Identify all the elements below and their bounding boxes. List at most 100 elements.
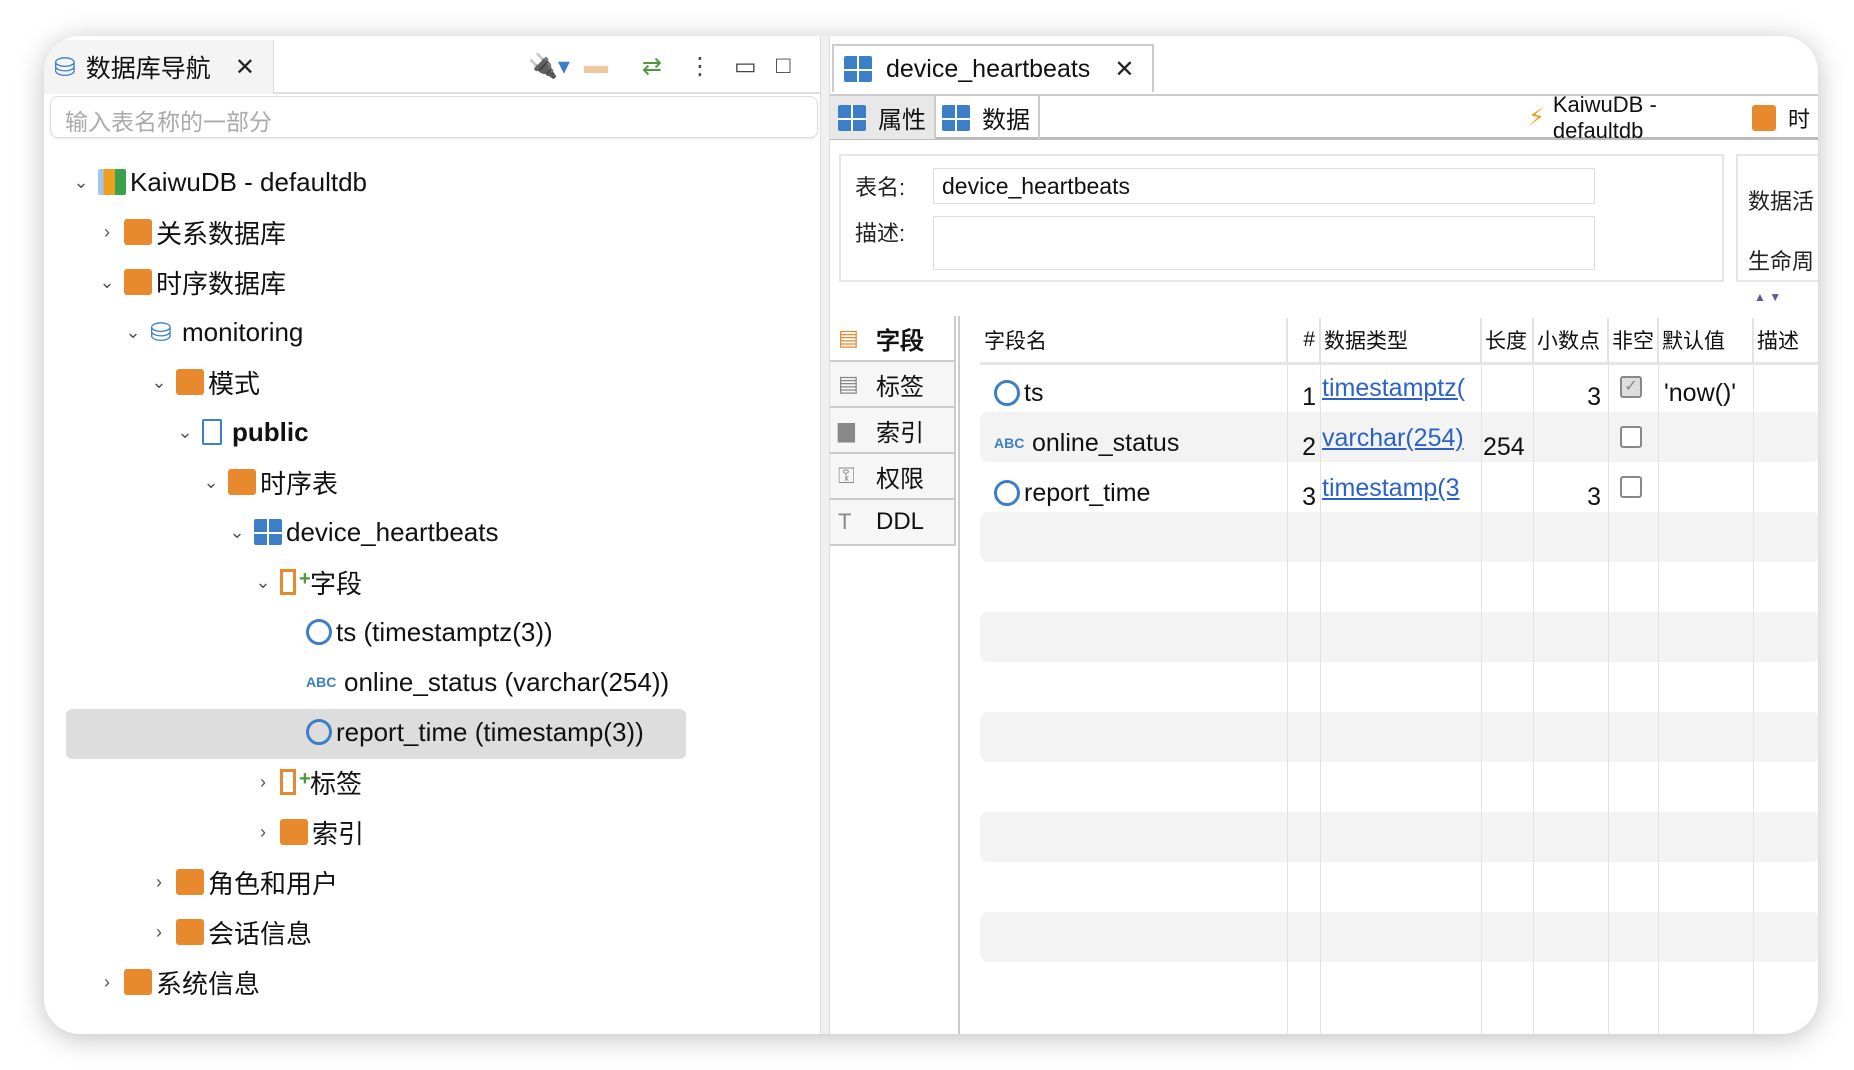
column-header[interactable]: 小数点 [1533, 318, 1608, 362]
tree-node-label: 系统信息 [156, 968, 261, 999]
editor-tab-device-heartbeats[interactable]: device_heartbeats ✕ [832, 44, 1154, 92]
ddl-icon: T [838, 509, 852, 534]
tree-node[interactable]: › 会话信息 [148, 909, 312, 955]
close-icon[interactable]: ✕ [1114, 55, 1134, 84]
subtab-properties[interactable]: 属性 [830, 96, 936, 139]
column-header[interactable]: 数据类型 [1320, 318, 1481, 362]
minimize-icon[interactable]: ▭ [734, 52, 757, 81]
panel-splitter[interactable] [820, 36, 830, 1034]
connection-breadcrumb[interactable]: ⚡ KaiwuDB - defaultdb 时 [1520, 92, 1818, 143]
maximize-icon[interactable]: □ [776, 52, 791, 80]
column-header[interactable]: 非空 [1608, 318, 1658, 362]
tree-node[interactable]: ⌄ device_heartbeats [226, 509, 498, 555]
kaiwudb-icon: ⚡ [1528, 104, 1545, 131]
tree-node[interactable]: ⌄ 时序数据库 [96, 259, 286, 305]
table-search-input[interactable]: 输入表名称的一部分 [50, 96, 818, 138]
tree-node[interactable]: ⌄ 时序表 [200, 459, 338, 505]
description-input[interactable] [933, 216, 1595, 270]
database-navigator-panel: ⛁ 数据库导航 ✕ 🔌▾ ▬ ⇄ ⋮ ▭ □ 输入表名称的一部分 ⌄ KaiwuD… [44, 36, 820, 1034]
data-type-link[interactable]: varchar(254) [1322, 424, 1464, 453]
table-row[interactable]: ABC online_status 2 varchar(254) 254 [980, 418, 1818, 468]
chevron-down-icon[interactable]: ⌄ [122, 322, 144, 343]
vtab-label: DDL [876, 508, 925, 535]
chevron-down-icon[interactable]: ⌄ [226, 522, 248, 543]
data-type-link[interactable]: timestamptz( [1322, 374, 1465, 403]
tree-node-label: 字段 [310, 568, 363, 599]
new-folder-icon[interactable]: ▬ [584, 52, 608, 80]
option-label: 数据活 [1748, 189, 1815, 214]
columns-icon: + [280, 768, 311, 795]
not-null-checkbox[interactable]: ✓ [1620, 376, 1642, 398]
chevron-right-icon[interactable]: › [252, 772, 274, 793]
tree-node[interactable]: › 关系数据库 [96, 209, 286, 255]
field-name: ts [1024, 378, 1044, 407]
database-folder-icon [124, 269, 152, 295]
chevron-down-icon[interactable]: ⌄ [174, 422, 196, 443]
chevron-down-icon[interactable]: ⌄ [70, 172, 92, 193]
table-name-label: 表名: [855, 175, 906, 200]
collapse-arrows-icon[interactable]: ▲ ▼ [1754, 290, 1781, 304]
tab-database-navigator[interactable]: ⛁ 数据库导航 ✕ [44, 40, 274, 94]
not-null-checkbox[interactable] [1620, 476, 1642, 498]
tree-node[interactable]: ⌄ 模式 [148, 359, 260, 405]
chevron-right-icon[interactable]: › [148, 922, 170, 943]
chevron-down-icon[interactable]: ⌄ [252, 572, 274, 593]
clock-icon [306, 619, 332, 645]
chevron-right-icon[interactable]: › [252, 822, 274, 843]
column-header[interactable]: 长度 [1481, 318, 1533, 362]
tree-node[interactable]: › 系统信息 [96, 959, 260, 1005]
vtab-label: 索引 [876, 419, 924, 447]
editor-subtab-bar: 属性 数据 ⚡ KaiwuDB - defaultdb 时 [830, 92, 1818, 143]
chevron-right-icon[interactable]: › [96, 222, 118, 243]
tree-node[interactable]: › + 标签 [252, 759, 362, 805]
table-name-input[interactable]: device_heartbeats [933, 168, 1595, 204]
vtab-3[interactable]: ⚿ 权限 [830, 454, 956, 500]
table-row[interactable]: ts 1 timestamptz(3 ✓ 'now()' [980, 368, 1818, 418]
row-stripe [980, 812, 1818, 862]
tree-node[interactable]: ⌄ public [174, 409, 308, 455]
tree-node[interactable]: ABC online_status (varchar(254)) [278, 659, 669, 705]
tree-node[interactable]: ⌄ KaiwuDB - defaultdb [70, 159, 367, 205]
folder-icon [176, 869, 204, 895]
tree-node[interactable]: ⌄ + 字段 [252, 559, 362, 605]
table-row[interactable]: report_time 3 timestamp(3 3 [980, 468, 1818, 518]
column-header[interactable]: 字段名 [980, 318, 1287, 362]
breadcrumb-extra: 时 [1787, 106, 1810, 132]
tree-node[interactable]: › 索引 [252, 809, 364, 855]
table-icon [254, 519, 282, 545]
description-label: 描述: [855, 221, 906, 246]
tree-node[interactable]: › 角色和用户 [148, 859, 338, 905]
vtab-0[interactable]: ▤ 字段 [830, 316, 956, 362]
column-header[interactable]: 默认值 [1658, 318, 1753, 362]
more-options-icon[interactable]: ⋮ [688, 52, 712, 81]
data-type-link[interactable]: timestamp(3 [1322, 474, 1460, 503]
subtab-label: 属性 [878, 107, 926, 134]
column-header-label: 长度 [1485, 330, 1527, 353]
chevron-right-icon[interactable]: › [148, 872, 170, 893]
chevron-down-icon[interactable]: ⌄ [200, 472, 222, 493]
not-null-checkbox[interactable] [1620, 426, 1642, 448]
tree-node[interactable]: ts (timestamptz(3)) [278, 609, 553, 655]
close-icon[interactable]: ✕ [235, 53, 255, 82]
subtab-data[interactable]: 数据 [934, 96, 1040, 139]
vtab-1[interactable]: ▤ 标签 [830, 362, 956, 408]
field-default: 'now()' [1664, 378, 1737, 407]
column-header[interactable]: # [1287, 318, 1320, 362]
column-header[interactable]: 描述 [1753, 318, 1818, 362]
chevron-down-icon[interactable]: ⌄ [148, 372, 170, 393]
chevron-down-icon[interactable]: ⌄ [96, 272, 118, 293]
tree-node[interactable]: report_time (timestamp(3)) [278, 709, 644, 755]
vtab-2[interactable]: ▆ 索引 [830, 408, 956, 454]
link-editor-icon[interactable]: ⇄ [642, 52, 662, 81]
chevron-right-icon[interactable]: › [96, 972, 118, 993]
vtab-4[interactable]: T DDL [830, 500, 956, 546]
new-connection-icon[interactable]: 🔌▾ [528, 52, 570, 81]
tree-node[interactable]: ⌄ ⛁ monitoring [122, 309, 303, 355]
field-description [1758, 368, 1818, 418]
kaiwudb-icon [98, 169, 126, 195]
field-name: online_status [1032, 428, 1180, 457]
permissions-icon: ⚿ [838, 463, 855, 488]
folder-icon [176, 369, 204, 395]
abc-icon: ABC [306, 674, 337, 690]
app-window: ⛁ 数据库导航 ✕ 🔌▾ ▬ ⇄ ⋮ ▭ □ 输入表名称的一部分 ⌄ KaiwuD… [44, 36, 1818, 1034]
